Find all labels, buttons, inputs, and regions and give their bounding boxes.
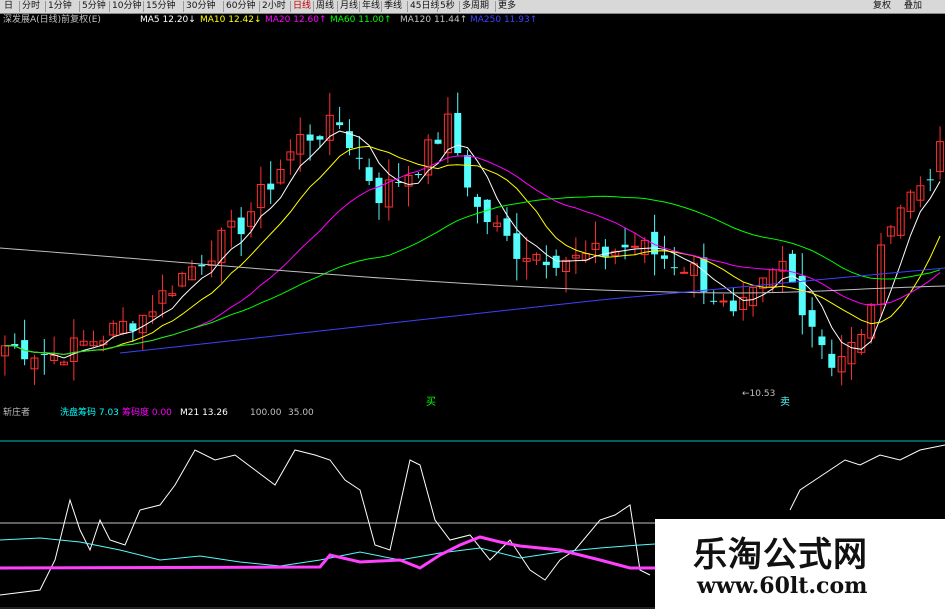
candle-body — [365, 167, 373, 181]
sub-white-line-tail — [789, 444, 945, 511]
candle-body — [473, 196, 481, 207]
tab-13[interactable]: 季线 — [384, 0, 402, 13]
tab-14[interactable]: 45日线 — [410, 0, 439, 13]
toolbar-button-1[interactable]: 叠加 — [904, 0, 922, 13]
candle-body — [926, 179, 934, 181]
tab-4[interactable]: 10分钟 — [112, 0, 141, 13]
tab-separator — [259, 1, 260, 12]
sub-legend-item: 35.00 — [288, 408, 314, 418]
period-toolbar: 日分时 1分钟 5分钟 10分钟 15分钟 30分钟 60分钟 2小时 日线 周线 月线 年线 季线 45… — [0, 0, 945, 14]
tab-separator — [407, 1, 408, 12]
ma-legend-item: MA5 12.20↓ — [140, 15, 196, 25]
candle-body — [503, 218, 511, 236]
tab-11[interactable]: 月线 — [340, 0, 358, 13]
sub-legend-item: M21 13.26 — [180, 408, 228, 418]
candle-body — [513, 233, 521, 259]
tab-separator — [19, 1, 20, 12]
sub-legend-item: 筹码度 0.00 — [122, 408, 172, 418]
candle-body — [414, 174, 422, 176]
candle-body — [621, 244, 629, 248]
tab-separator — [109, 1, 110, 12]
tab-separator — [495, 1, 496, 12]
candle-body — [700, 257, 708, 292]
toolbar-button-0[interactable]: 复权 — [873, 0, 891, 13]
ma-legend-item: MA120 11.44↑ — [400, 15, 468, 25]
tab-separator — [313, 1, 314, 12]
candle-body — [660, 255, 668, 259]
tab-9[interactable]: 日线 — [293, 0, 311, 13]
candle-body — [434, 139, 442, 144]
candle-body — [670, 267, 678, 269]
tab-separator — [45, 1, 46, 12]
candle-body — [237, 217, 245, 235]
candle-body — [680, 271, 689, 274]
ma10-line — [4, 145, 941, 356]
indicator-name[interactable]: 深发展A(日线)前复权(E) — [3, 14, 101, 27]
candle-body — [454, 113, 462, 154]
tab-separator — [437, 1, 438, 12]
low-price-marker: ←10.53 — [742, 389, 775, 399]
candle-body — [808, 310, 816, 327]
tab-3[interactable]: 5分钟 — [82, 0, 106, 13]
candle-body — [306, 134, 314, 141]
signal-label: 卖 — [780, 396, 790, 406]
tab-separator — [459, 1, 460, 12]
tab-12[interactable]: 年线 — [362, 0, 380, 13]
candle-body — [788, 253, 796, 283]
candle-body — [355, 157, 363, 159]
candle-body — [710, 300, 718, 302]
tab-separator — [223, 1, 224, 12]
tab-0[interactable]: 日 — [4, 0, 13, 13]
sub-indicator-name[interactable]: 斩庄者 — [3, 407, 30, 420]
candle-body — [336, 122, 344, 126]
tab-separator — [79, 1, 80, 12]
candle-body — [601, 246, 609, 257]
tab-16[interactable]: 多周期 — [462, 0, 489, 13]
ma-legend-item: MA60 11.00↑ — [330, 15, 392, 25]
watermark-title: 乐淘公式网 — [693, 535, 868, 575]
candle-body — [267, 183, 275, 190]
ma60-line — [4, 195, 941, 356]
candle-body — [542, 261, 550, 266]
watermark-url: www.60lt.com — [697, 573, 868, 599]
tab-6[interactable]: 30分钟 — [186, 0, 215, 13]
tab-separator — [290, 1, 291, 12]
tab-separator — [381, 1, 382, 12]
tab-separator — [183, 1, 184, 12]
tab-5[interactable]: 15分钟 — [146, 0, 175, 13]
tab-17[interactable]: 更多 — [498, 0, 516, 13]
candle-body — [375, 177, 383, 204]
ma-legend-item: MA20 12.60↑ — [265, 15, 327, 25]
candle-body — [729, 300, 737, 312]
tab-10[interactable]: 周线 — [316, 0, 334, 13]
candle-body — [719, 300, 728, 303]
sub-legend-item: 100.00 — [250, 408, 282, 418]
tab-separator — [143, 1, 144, 12]
ma5-line — [4, 130, 941, 359]
candle-body — [818, 336, 826, 346]
tab-8[interactable]: 2小时 — [262, 0, 286, 13]
signal-label: 买 — [426, 396, 436, 406]
candle-body — [316, 136, 324, 140]
candle-body — [828, 353, 836, 368]
sub-cyan-line — [0, 537, 656, 567]
candle-body — [464, 154, 472, 188]
tab-7[interactable]: 60分钟 — [226, 0, 255, 13]
candle-body — [630, 245, 639, 248]
candle-body — [198, 264, 206, 267]
tab-1[interactable]: 分时 — [22, 0, 40, 13]
tab-2[interactable]: 1分钟 — [48, 0, 72, 13]
watermark-logo: 乐淘公式网 www.60lt.com — [655, 519, 945, 609]
tab-separator — [337, 1, 338, 12]
ma-legend-item: MA250 11.93↑ — [470, 15, 538, 25]
ma-legend-item: MA10 12.42↓ — [200, 15, 262, 25]
tab-15[interactable]: 5秒 — [440, 0, 455, 13]
sub-legend-item: 洗盘筹码 7.03 — [60, 408, 119, 418]
candlestick-chart[interactable]: ←10.53 买 卖 — [0, 28, 945, 406]
candle-body — [40, 354, 48, 356]
tab-separator — [359, 1, 360, 12]
candle-body — [552, 255, 560, 268]
